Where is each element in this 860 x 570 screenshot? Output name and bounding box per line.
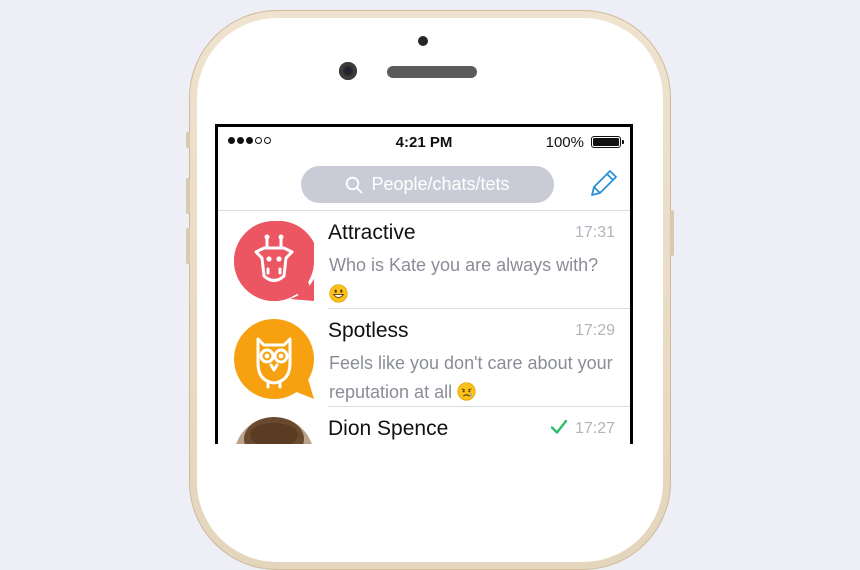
compose-pencil-icon[interactable]	[586, 167, 620, 201]
mute-switch	[186, 132, 190, 148]
battery-percent: 100%	[545, 134, 584, 151]
earpiece-speaker	[387, 66, 477, 78]
power-button	[670, 210, 674, 256]
search-placeholder: People/chats/tets	[371, 174, 510, 194]
photo-avatar	[234, 417, 314, 444]
chat-row-spotless[interactable]: Spotless 17:29 Feels like you don't care…	[218, 309, 630, 407]
volume-up-button	[186, 178, 190, 214]
volume-down-button	[186, 228, 190, 264]
giraffe-icon	[234, 221, 314, 301]
battery-icon	[591, 136, 624, 148]
front-camera-icon	[339, 62, 357, 80]
chat-name: Attractive	[328, 221, 416, 244]
chat-time: 17:27	[574, 420, 615, 437]
chat-time: 17:29	[574, 322, 615, 339]
search-input[interactable]: People/chats/tets	[301, 166, 554, 203]
chat-name: Dion Spence	[328, 417, 449, 440]
owl-icon	[234, 319, 314, 399]
checkmark-icon	[550, 419, 568, 434]
chat-time: 17:31	[574, 224, 615, 241]
grinning-face-icon	[329, 284, 348, 303]
proximity-sensor	[418, 36, 428, 46]
chat-preview: Feels like you don't care about your rep…	[329, 349, 619, 407]
phone-screen: 4:21 PM 100% People/chats/tets Attractiv…	[215, 124, 633, 444]
chat-row-attractive[interactable]: Attractive 17:31 Who is Kate you are alw…	[218, 211, 630, 309]
search-icon	[346, 176, 363, 193]
chat-row-dion-spence[interactable]: Dion Spence 17:27	[218, 407, 630, 444]
sad-face-icon	[457, 382, 476, 401]
messenger-app: 4:21 PM 100% People/chats/tets Attractiv…	[218, 127, 630, 444]
chat-preview: Who is Kate you are always with?	[329, 251, 619, 309]
status-bar: 4:21 PM 100%	[218, 127, 630, 157]
chat-preview-text: Who is Kate you are always with?	[329, 255, 599, 275]
chat-name: Spotless	[328, 319, 409, 342]
